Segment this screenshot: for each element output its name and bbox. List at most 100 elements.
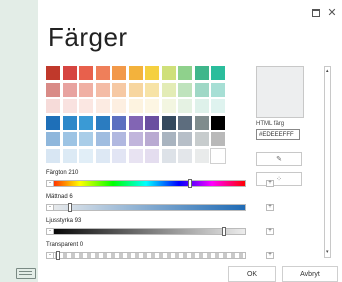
saturation-slider[interactable] (46, 204, 246, 211)
saturation-thumb[interactable] (68, 203, 72, 212)
color-swatch[interactable] (62, 115, 77, 130)
brightness-plus-button[interactable]: + (266, 228, 274, 235)
color-swatch[interactable] (46, 148, 60, 163)
color-swatch[interactable] (211, 99, 225, 113)
brightness-label: Ljusstyrka 93 (46, 218, 82, 224)
color-swatch[interactable] (79, 99, 93, 113)
color-swatch[interactable] (112, 132, 126, 146)
color-swatch[interactable] (79, 82, 93, 97)
color-swatch[interactable] (62, 99, 77, 113)
color-swatch[interactable] (161, 99, 176, 113)
eyedropper-button[interactable]: ✎ (256, 152, 302, 166)
transparency-minus-button[interactable]: - (46, 252, 54, 259)
color-swatch[interactable] (128, 99, 143, 113)
dialog-title: Färger (48, 22, 128, 52)
color-swatch[interactable] (128, 132, 143, 146)
color-swatch[interactable] (62, 132, 77, 146)
color-swatch[interactable] (128, 148, 143, 163)
swatch-button[interactable]: ⁘ (256, 172, 302, 186)
color-swatch[interactable] (145, 132, 159, 146)
color-swatch[interactable] (112, 82, 126, 97)
saturation-plus-button[interactable]: + (266, 204, 274, 211)
color-swatch[interactable] (46, 82, 60, 97)
color-swatch[interactable] (210, 147, 226, 164)
color-swatch[interactable] (161, 148, 176, 163)
color-swatch[interactable] (145, 66, 159, 80)
color-swatch[interactable] (46, 66, 60, 80)
brightness-thumb[interactable] (222, 227, 226, 236)
color-swatch[interactable] (211, 132, 225, 146)
scrollbar[interactable]: ▴ ▾ (324, 66, 331, 258)
hue-minus-button[interactable]: - (46, 180, 54, 187)
color-swatch[interactable] (112, 115, 126, 130)
color-swatch[interactable] (128, 66, 143, 80)
color-swatch[interactable] (145, 148, 159, 163)
hue-label: Färgton 210 (46, 170, 79, 176)
keyboard-icon[interactable] (16, 268, 36, 279)
color-swatch[interactable] (161, 132, 176, 146)
close-icon[interactable]: ✕ (326, 8, 338, 19)
restore-icon[interactable] (310, 8, 322, 18)
color-swatch[interactable] (178, 148, 192, 163)
color-swatch[interactable] (178, 99, 192, 113)
scroll-down-icon[interactable]: ▾ (326, 250, 329, 255)
color-swatch[interactable] (178, 66, 192, 80)
color-swatch[interactable] (194, 148, 209, 163)
color-swatch[interactable] (211, 82, 225, 97)
color-swatch[interactable] (161, 115, 176, 130)
transparency-plus-button[interactable]: + (266, 252, 274, 259)
color-swatch[interactable] (211, 66, 225, 80)
brightness-slider[interactable] (46, 228, 246, 235)
color-swatch[interactable] (178, 82, 192, 97)
color-swatch[interactable] (194, 82, 209, 97)
color-swatch[interactable] (128, 115, 143, 130)
swatch-icon: ⁘ (276, 176, 282, 183)
color-swatch[interactable] (112, 66, 126, 80)
color-swatch[interactable] (112, 148, 126, 163)
ok-button[interactable]: OK (228, 266, 276, 282)
eyedropper-icon: ✎ (276, 156, 282, 163)
color-swatch[interactable] (46, 99, 60, 113)
color-swatch[interactable] (95, 99, 110, 113)
color-swatch[interactable] (46, 115, 60, 130)
color-swatch[interactable] (62, 66, 77, 80)
color-swatch[interactable] (145, 82, 159, 97)
transparency-slider[interactable] (46, 252, 246, 259)
cancel-button[interactable]: Avbryt (282, 266, 338, 282)
color-swatch[interactable] (194, 115, 209, 130)
color-swatch[interactable] (178, 132, 192, 146)
color-swatch[interactable] (211, 115, 225, 130)
brightness-minus-button[interactable]: - (46, 228, 54, 235)
hue-thumb[interactable] (188, 179, 192, 188)
color-swatch[interactable] (178, 115, 192, 130)
scroll-up-icon[interactable]: ▴ (326, 69, 329, 74)
color-swatch[interactable] (161, 82, 176, 97)
color-swatch[interactable] (79, 132, 93, 146)
color-swatch[interactable] (95, 132, 110, 146)
color-swatch[interactable] (128, 82, 143, 97)
color-swatch[interactable] (112, 99, 126, 113)
color-swatch[interactable] (79, 148, 93, 163)
color-swatch[interactable] (79, 115, 93, 130)
hue-slider[interactable] (46, 180, 246, 187)
color-swatch[interactable] (95, 115, 110, 130)
transparency-thumb[interactable] (56, 251, 60, 260)
color-swatch[interactable] (95, 66, 110, 80)
saturation-minus-button[interactable]: - (46, 204, 54, 211)
color-swatch[interactable] (79, 66, 93, 80)
color-swatch[interactable] (62, 148, 77, 163)
color-swatch[interactable] (161, 66, 176, 80)
color-swatch[interactable] (194, 66, 209, 80)
hue-plus-button[interactable]: + (266, 180, 274, 187)
transparency-label: Transparent 0 (46, 242, 84, 248)
color-swatch[interactable] (46, 132, 60, 146)
color-swatch[interactable] (95, 148, 110, 163)
color-swatch[interactable] (145, 99, 159, 113)
colors-dialog: ✕ Färger HTML färg #EDEEEFFF ✎ ⁘ ▴ ▾ Fär… (38, 0, 342, 282)
color-swatch[interactable] (62, 82, 77, 97)
color-swatch[interactable] (194, 132, 209, 146)
html-color-input[interactable]: #EDEEEFFF (256, 129, 300, 140)
color-swatch[interactable] (95, 82, 110, 97)
color-swatch[interactable] (145, 115, 159, 130)
color-swatch[interactable] (194, 99, 209, 113)
